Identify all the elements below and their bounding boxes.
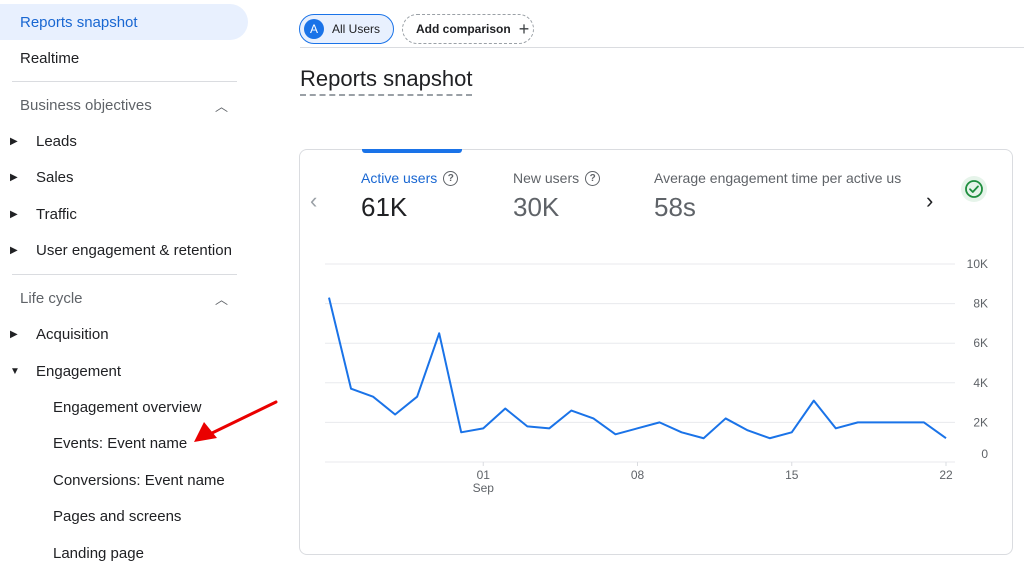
help-icon[interactable]: ?: [585, 170, 601, 186]
nav-landing-page[interactable]: Landing page: [0, 535, 144, 567]
nav-reports-snapshot-label: Reports snapshot: [20, 13, 138, 31]
nav-acquisition-label: Acquisition: [36, 325, 109, 343]
nav-engagement[interactable]: ▼ Engagement: [0, 353, 121, 389]
add-comparison-label: Add comparison: [416, 22, 511, 36]
metric-tab-new-users[interactable]: New users ? 30K: [513, 170, 601, 223]
nav-pages-and-screens-label: Pages and screens: [53, 507, 182, 525]
x-tick-label: 22: [939, 468, 953, 482]
check-circle-icon: [961, 176, 987, 202]
nav-user-engagement-label: User engagement & retention: [36, 241, 232, 259]
nav-pages-and-screens[interactable]: Pages and screens: [0, 498, 181, 534]
add-comparison-button[interactable]: Add comparison +: [402, 14, 534, 44]
sidebar-divider: [12, 81, 237, 82]
section-life-cycle-label: Life cycle: [20, 289, 83, 307]
chevron-right-icon[interactable]: ›: [926, 188, 933, 214]
all-users-label: All Users: [332, 22, 381, 36]
all-users-chip[interactable]: A All Users: [299, 14, 394, 44]
metric-label-row: New users ?: [513, 170, 601, 186]
nav-traffic-label: Traffic: [36, 205, 77, 223]
nav-acquisition[interactable]: ▶ Acquisition: [0, 316, 109, 352]
active-tab-indicator: [362, 149, 462, 153]
nav-leads-label: Leads: [36, 132, 77, 150]
series-line-active-users: [328, 297, 947, 440]
metric-label-row: Active users ?: [361, 170, 459, 186]
x-tick-label: 01: [477, 468, 491, 482]
nav-events-event-name[interactable]: Events: Event name: [0, 425, 187, 461]
page-title: Reports snapshot: [300, 66, 473, 96]
y-tick-label: 6K: [973, 336, 988, 350]
nav-conversions-event-name-label: Conversions: Event name: [53, 471, 225, 489]
metric-tab-avg-engagement[interactable]: Average engagement time per active us 58…: [654, 170, 916, 223]
chevron-up-icon: ︿: [214, 291, 228, 307]
nav-traffic[interactable]: ▶ Traffic: [0, 196, 77, 232]
caret-right-icon: ▶: [10, 171, 18, 183]
metric-value: 61K: [361, 192, 408, 222]
nav-events-event-name-label: Events: Event name: [53, 434, 188, 452]
section-life-cycle[interactable]: Life cycle ︿: [0, 280, 236, 316]
y-tick-label: 2K: [973, 415, 988, 429]
metric-tab-active-users[interactable]: Active users ? 61K: [361, 170, 459, 223]
metric-value: 58s: [654, 192, 696, 222]
plus-icon: +: [518, 18, 530, 39]
nav-landing-page-label: Landing page: [53, 544, 144, 562]
y-tick-label: 10K: [967, 257, 988, 271]
chevron-up-icon: ︿: [214, 98, 228, 114]
caret-right-icon: ▶: [10, 328, 18, 340]
sidebar-divider: [12, 274, 237, 275]
metric-label: Active users: [361, 170, 438, 186]
help-icon[interactable]: ?: [443, 170, 459, 186]
nav-reports-snapshot[interactable]: Reports snapshot: [0, 4, 248, 40]
chevron-left-icon[interactable]: ‹: [310, 188, 317, 214]
nav-engagement-overview-label: Engagement overview: [53, 398, 202, 416]
caret-right-icon: ▶: [10, 135, 18, 147]
metric-label: New users: [513, 170, 580, 186]
metric-label: Average engagement time per active us: [654, 170, 902, 186]
nav-sales-label: Sales: [36, 168, 74, 186]
section-business-objectives-label: Business objectives: [20, 96, 152, 114]
metric-value: 30K: [513, 192, 560, 222]
annotation-arrow-icon: [194, 400, 278, 442]
x-tick-label: 08: [631, 468, 645, 482]
topbar-divider: [300, 47, 1024, 48]
nav-conversions-event-name[interactable]: Conversions: Event name: [0, 462, 225, 498]
x-tick-sublabel: Sep: [473, 481, 495, 495]
metric-label-row: Average engagement time per active us: [654, 170, 916, 186]
segment-avatar: A: [304, 19, 324, 39]
section-business-objectives[interactable]: Business objectives ︿: [0, 87, 236, 123]
check-glyph: [965, 180, 983, 198]
y-tick-label: 4K: [973, 376, 988, 390]
nav-engagement-overview[interactable]: Engagement overview: [0, 389, 201, 425]
nav-sales[interactable]: ▶ Sales: [0, 159, 74, 195]
caret-down-icon: ▼: [10, 365, 20, 377]
nav-realtime-label: Realtime: [20, 49, 80, 67]
caret-right-icon: ▶: [10, 244, 18, 256]
y-tick-label: 0: [981, 447, 988, 461]
nav-realtime[interactable]: Realtime: [0, 40, 248, 76]
nav-engagement-label: Engagement: [36, 362, 122, 380]
caret-right-icon: ▶: [10, 208, 18, 220]
x-tick-label: 15: [785, 468, 799, 482]
nav-leads[interactable]: ▶ Leads: [0, 123, 77, 159]
active-users-chart: 10K 8K 6K 4K 2K 0 01 08 15 22 Sep: [325, 257, 988, 495]
y-tick-label: 8K: [973, 297, 988, 311]
sidebar: Reports snapshot Realtime Business objec…: [0, 0, 250, 567]
nav-user-engagement[interactable]: ▶ User engagement & retention: [0, 232, 232, 268]
